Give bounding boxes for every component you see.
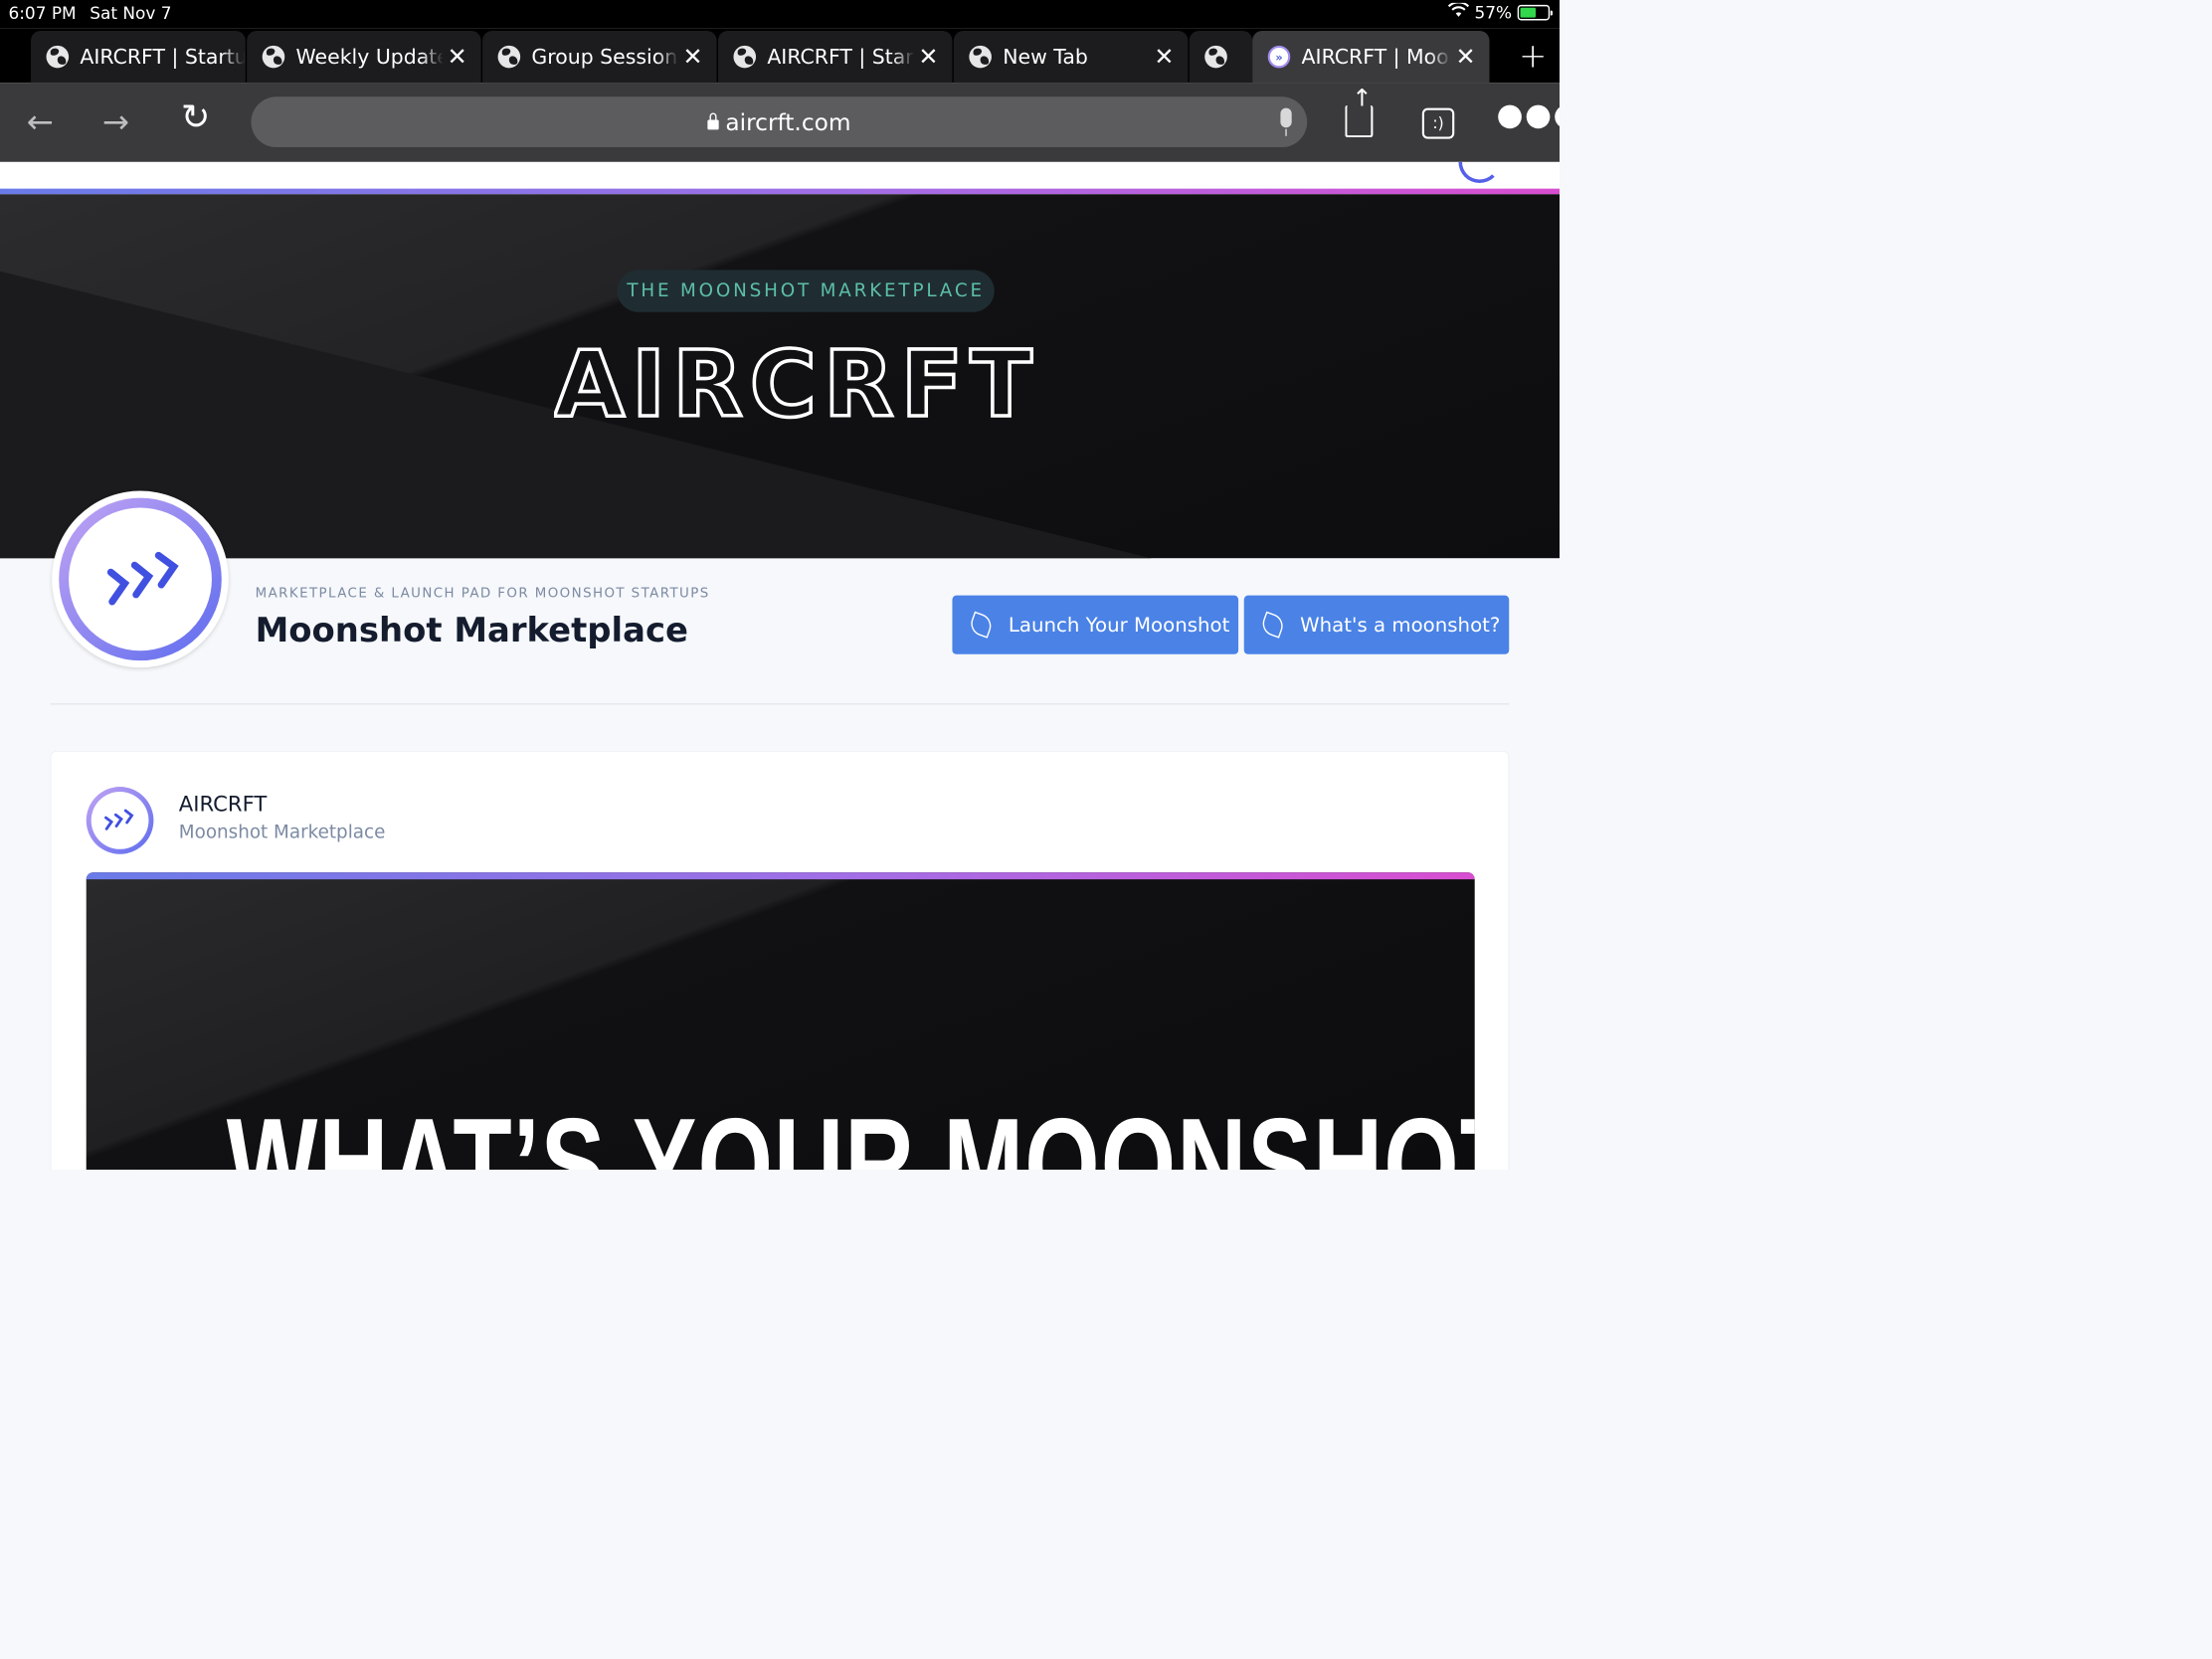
- close-icon[interactable]: ✕: [444, 43, 471, 71]
- post-author-avatar-inner: [91, 791, 149, 849]
- tab-bar: AIRCRFT | Startup Weekly Update ✕ Group …: [0, 28, 1561, 84]
- post-image[interactable]: WHAT’S YOUR MOONSHOT?: [86, 872, 1475, 1171]
- share-button[interactable]: [1345, 85, 1374, 138]
- aircrft-wordmark: AIRCRFT: [554, 331, 1039, 430]
- tab-label: Weekly Update: [295, 45, 444, 70]
- tab-label: Group Sessions: [531, 45, 679, 70]
- microphone-icon[interactable]: [1280, 107, 1292, 136]
- tab-new-tab[interactable]: New Tab ✕: [953, 31, 1189, 84]
- reload-button[interactable]: ↻: [181, 96, 211, 137]
- wordmark-text: AIRCRFT: [554, 331, 1039, 430]
- tab-aircrft-moonshot[interactable]: » AIRCRFT | Moonshot ✕: [1252, 31, 1490, 84]
- post-image-gradient-bar: [86, 872, 1475, 880]
- globe-icon: [262, 45, 285, 69]
- web-page: THE MOONSHOT MARKETPLACE AIRCRFT MARKETP…: [0, 161, 1561, 1171]
- new-tab-button[interactable]: +: [1519, 37, 1547, 76]
- button-label: Launch Your Moonshot: [1008, 613, 1230, 637]
- lock-icon: [707, 112, 719, 130]
- status-right: 57%: [1447, 1, 1553, 23]
- tab-collapsed[interactable]: [1189, 31, 1253, 84]
- tab-aircrft-startup-1[interactable]: AIRCRFT | Startup: [31, 31, 246, 84]
- globe-icon: [497, 45, 521, 69]
- chevrons-icon: [106, 551, 179, 606]
- site-nav-strip: [0, 161, 1561, 191]
- launch-moonshot-button[interactable]: Launch Your Moonshot: [952, 595, 1239, 654]
- post-image-headline: WHAT’S YOUR MOONSHOT?: [226, 1091, 1475, 1171]
- tabs-overview-button[interactable]: :): [1421, 107, 1455, 139]
- tab-label: AIRCRFT | Startup: [767, 45, 914, 70]
- post-author-avatar[interactable]: [86, 787, 154, 854]
- tab-weekly-update[interactable]: Weekly Update ✕: [247, 31, 481, 84]
- feather-icon: [967, 611, 995, 639]
- battery-percent: 57%: [1474, 2, 1513, 23]
- whats-moonshot-button[interactable]: What's a moonshot?: [1243, 595, 1510, 654]
- browser-toolbar: ← → ↻ aircrft.com :) ●●●: [0, 83, 1561, 162]
- button-label: What's a moonshot?: [1300, 613, 1501, 637]
- tab-group-sessions[interactable]: Group Sessions ✕: [482, 31, 717, 84]
- brand-logo-ring: [59, 497, 222, 661]
- aircrft-favicon: »: [1267, 45, 1291, 69]
- back-button[interactable]: ←: [27, 102, 54, 140]
- status-date: Sat Nov 7: [90, 3, 172, 24]
- battery-level: [1520, 7, 1536, 18]
- section-divider: [50, 703, 1510, 705]
- close-icon[interactable]: ✕: [1150, 43, 1178, 71]
- forward-button[interactable]: →: [102, 102, 129, 140]
- more-menu-button[interactable]: ●●●: [1497, 96, 1560, 132]
- status-time: 6:07 PM: [8, 3, 77, 24]
- post-author-subtitle: Moonshot Marketplace: [178, 822, 386, 843]
- globe-icon: [733, 45, 757, 69]
- post-card: AIRCRFT Moonshot Marketplace WHAT’S YOUR…: [50, 751, 1510, 1171]
- close-icon[interactable]: ✕: [914, 43, 942, 71]
- close-icon[interactable]: ✕: [678, 43, 706, 71]
- status-bar: 6:07 PM Sat Nov 7 57%: [0, 0, 1561, 29]
- brand-logo: [52, 490, 229, 668]
- chevrons-icon: [104, 809, 134, 830]
- page-subtitle: MARKETPLACE & LAUNCH PAD FOR MOONSHOT ST…: [255, 585, 710, 602]
- battery-icon: [1517, 4, 1553, 21]
- tab-aircrft-startup-2[interactable]: AIRCRFT | Startup ✕: [717, 31, 953, 84]
- tab-label: New Tab: [1003, 45, 1088, 70]
- feather-icon: [1259, 611, 1287, 639]
- globe-icon: [46, 45, 70, 69]
- close-icon[interactable]: ✕: [1451, 43, 1479, 71]
- tab-label: AIRCRFT | Startup: [80, 45, 246, 70]
- page-title: Moonshot Marketplace: [255, 611, 688, 650]
- globe-icon: [969, 45, 992, 69]
- wifi-icon: [1447, 1, 1469, 23]
- post-author-name[interactable]: AIRCRFT: [179, 793, 268, 818]
- brand-logo-inner: [69, 507, 212, 651]
- globe-icon: [1204, 45, 1227, 69]
- address-bar[interactable]: aircrft.com: [251, 96, 1308, 148]
- url-text: aircrft.com: [725, 107, 851, 136]
- tab-label: AIRCRFT | Moonshot: [1301, 45, 1452, 70]
- hero-banner: THE MOONSHOT MARKETPLACE AIRCRFT: [0, 194, 1561, 559]
- tagline-badge: THE MOONSHOT MARKETPLACE: [617, 270, 995, 312]
